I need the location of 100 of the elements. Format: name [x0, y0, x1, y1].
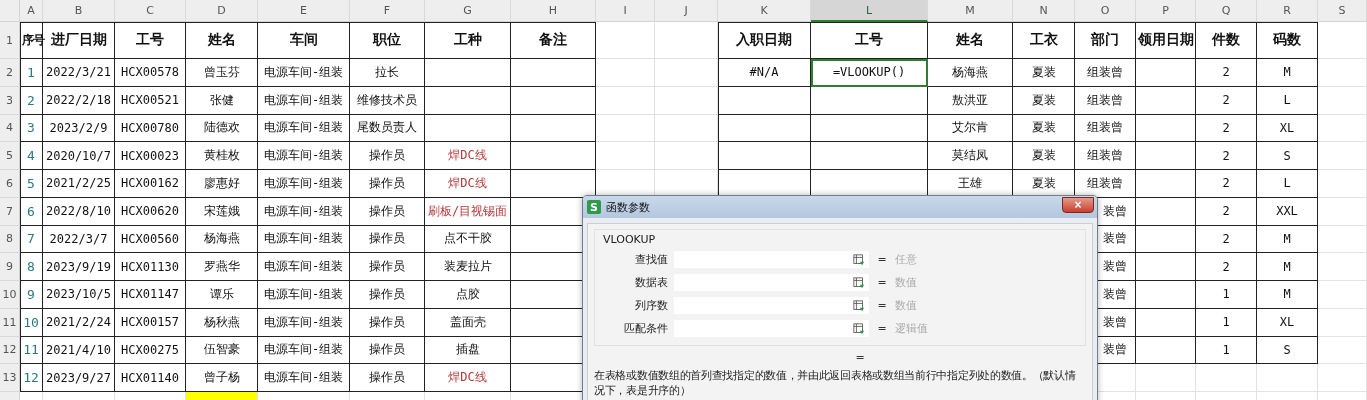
table-cell: #N/A — [718, 59, 811, 87]
table-cell: 2023/2/9 — [43, 114, 115, 143]
argument-label: 查找值 — [634, 252, 668, 267]
column-header[interactable]: N — [1013, 0, 1075, 22]
column-header[interactable]: J — [655, 0, 718, 22]
table-cell: HCX00578 — [115, 59, 186, 87]
argument-label: 列序数 — [634, 298, 668, 313]
table-cell: 莫结凤 — [928, 142, 1013, 170]
empty-cell — [1318, 142, 1367, 170]
input-field[interactable] — [674, 320, 869, 337]
table-cell: HCX01147 — [115, 281, 186, 309]
column-header[interactable]: Q — [1196, 0, 1257, 22]
table-cell: 2020/10/7 — [43, 142, 115, 170]
table-cell: 2 — [1196, 170, 1257, 198]
empty-cell — [1318, 59, 1367, 87]
table-cell: 工衣 — [1013, 22, 1075, 59]
cell-reference-icon[interactable] — [853, 253, 865, 266]
table-cell: 装麦拉片 — [425, 253, 511, 281]
table-cell: 10 — [20, 308, 43, 337]
cell-reference-icon[interactable] — [853, 322, 865, 335]
table-cell: 杨海燕 — [186, 225, 258, 254]
row-header[interactable]: 3 — [0, 86, 20, 115]
close-button[interactable]: × — [1062, 197, 1094, 213]
table-cell: 2021/2/24 — [43, 308, 115, 337]
table-cell: 组装曾 — [1075, 86, 1136, 115]
table-cell: M — [1257, 225, 1318, 254]
cell-reference-icon[interactable] — [853, 299, 865, 312]
row-header[interactable]: 1 — [0, 22, 20, 59]
table-cell: L — [1257, 86, 1318, 115]
table-cell: 点不干胶 — [425, 225, 511, 254]
argument-type: 数值 — [895, 275, 918, 290]
table-cell: 1 — [1196, 281, 1257, 309]
column-header[interactable]: R — [1257, 0, 1318, 22]
table-cell: 张健 — [186, 86, 258, 115]
table-cell: 3 — [20, 114, 43, 143]
empty-cell — [1318, 364, 1367, 392]
argument-label: 匹配条件 — [623, 321, 668, 336]
table-cell: 7 — [20, 225, 43, 254]
input-field[interactable] — [674, 274, 869, 291]
row-header[interactable]: 13 — [0, 364, 20, 392]
table-cell: 2023/9/19 — [43, 253, 115, 281]
equals-sign: = — [876, 322, 888, 335]
table-cell: HCX00162 — [115, 170, 186, 198]
table-cell: 1 — [1196, 336, 1257, 365]
column-header[interactable]: B — [43, 0, 115, 22]
table-cell: 夏装 — [1013, 142, 1075, 170]
table-cell: M — [1257, 281, 1318, 309]
empty-cell — [1318, 114, 1367, 143]
table-cell: HCX01130 — [115, 253, 186, 281]
column-header[interactable]: G — [425, 0, 511, 22]
column-header[interactable]: I — [596, 0, 655, 22]
row-header[interactable]: 12 — [0, 336, 20, 365]
cell-reference-icon[interactable] — [853, 276, 865, 289]
table-cell: 电源车间-组装 — [258, 281, 350, 309]
table-cell: 杨秋燕 — [186, 308, 258, 337]
row-header[interactable]: 8 — [0, 225, 20, 254]
column-header[interactable]: P — [1136, 0, 1196, 22]
table-cell: 操作员 — [350, 170, 425, 198]
function-description: 在表格或数值数组的首列查找指定的数值，并由此返回表格或数组当前行中指定列处的数值。（默认情况下，表是升序的） — [594, 368, 1077, 398]
column-header[interactable]: O — [1075, 0, 1136, 22]
select-all-corner[interactable] — [0, 0, 20, 22]
table-cell: 组装曾 — [1075, 114, 1136, 143]
table-cell: XXL — [1257, 197, 1318, 226]
table-cell: HCX00560 — [115, 225, 186, 254]
column-header[interactable]: H — [511, 0, 596, 22]
row-header[interactable]: 10 — [0, 281, 20, 309]
input-field[interactable] — [674, 251, 869, 268]
column-header[interactable]: A — [20, 0, 43, 22]
table-cell: 11 — [20, 336, 43, 365]
table-cell: HCX00023 — [115, 142, 186, 170]
row-header[interactable]: 4 — [0, 114, 20, 143]
column-header[interactable]: C — [115, 0, 186, 22]
column-header[interactable]: D — [186, 0, 258, 22]
argument-type: 任意 — [895, 252, 918, 267]
table-cell: 4 — [20, 142, 43, 170]
row-header[interactable]: 9 — [0, 253, 20, 281]
table-cell: 2 — [20, 86, 43, 115]
table-cell: 曾玉芬 — [186, 59, 258, 87]
column-header[interactable]: K — [718, 0, 811, 22]
table-cell: 黄桂枚 — [186, 142, 258, 170]
table-cell: 电源车间-组装 — [258, 142, 350, 170]
table-cell: HCX00275 — [115, 336, 186, 365]
column-header[interactable]: S — [1318, 0, 1367, 22]
table-cell: 罗燕华 — [186, 253, 258, 281]
row-header[interactable]: 5 — [0, 142, 20, 170]
row-header[interactable]: 11 — [0, 308, 20, 337]
app-icon: S — [587, 200, 601, 214]
row-header[interactable]: 7 — [0, 197, 20, 226]
column-header[interactable]: L — [811, 0, 928, 22]
column-header[interactable]: E — [258, 0, 350, 22]
row-header[interactable]: 6 — [0, 170, 20, 198]
table-cell: 5 — [20, 170, 43, 198]
empty-cell — [1136, 170, 1196, 198]
table-cell: 电源车间-组装 — [258, 170, 350, 198]
table-cell: 电源车间-组装 — [258, 308, 350, 337]
table-cell: 2022/2/18 — [43, 86, 115, 115]
row-header[interactable]: 2 — [0, 59, 20, 87]
input-field[interactable] — [674, 297, 869, 314]
column-header[interactable]: M — [928, 0, 1013, 22]
column-header[interactable]: F — [350, 0, 425, 22]
